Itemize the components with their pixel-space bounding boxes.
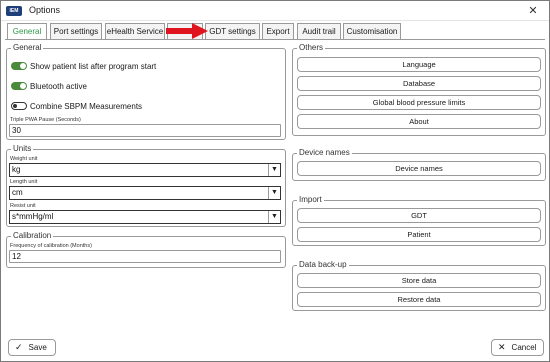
save-label: Save	[28, 343, 47, 352]
device-names-button[interactable]: Device names	[297, 161, 541, 176]
tab-customisation[interactable]: Customisation	[343, 23, 401, 40]
toggle-label: Bluetooth active	[30, 81, 87, 91]
database-button[interactable]: Database	[297, 76, 541, 91]
close-icon[interactable]: ✕	[523, 3, 543, 19]
weight-unit-value: kg	[12, 165, 21, 174]
title-bar: IEM Options ✕	[1, 1, 549, 21]
import-gdt-button[interactable]: GDT	[297, 208, 541, 223]
tab-port-settings[interactable]: Port settings	[50, 23, 102, 40]
tab-general[interactable]: General	[7, 23, 47, 40]
weight-unit-select[interactable]: kg ▼	[9, 163, 281, 177]
tab-ehealth-service[interactable]: eHealth Service	[105, 23, 165, 40]
toggle-show-patient-list[interactable]: Show patient list after program start	[11, 60, 156, 72]
calibration-frequency-input[interactable]: 12	[9, 250, 281, 263]
toggle-combine-sbpm[interactable]: Combine SBPM Measurements	[11, 100, 142, 112]
about-button[interactable]: About	[297, 114, 541, 129]
toggle-switch-icon[interactable]	[11, 102, 27, 110]
red-arrow-icon	[166, 23, 208, 39]
toggle-label: Combine SBPM Measurements	[30, 101, 143, 111]
triple-pwa-input[interactable]: 30	[9, 124, 281, 137]
length-unit-select[interactable]: cm ▼	[9, 186, 281, 200]
app-logo-icon: IEM	[6, 6, 22, 16]
units-group-label: Units	[11, 144, 34, 153]
tab-divider	[5, 39, 545, 40]
toggle-switch-icon[interactable]	[11, 82, 27, 90]
options-window: IEM Options ✕ General Port settings eHea…	[0, 0, 550, 362]
toggle-label: Show patient list after program start	[30, 61, 157, 71]
global-bp-limits-button[interactable]: Global blood pressure limits	[297, 95, 541, 110]
resist-unit-select[interactable]: s*mmHg/ml ▼	[9, 210, 281, 224]
general-group-label: General	[11, 43, 44, 52]
length-unit-value: cm	[12, 188, 23, 197]
data-backup-group-label: Data back-up	[297, 260, 349, 269]
language-button[interactable]: Language	[297, 57, 541, 72]
chevron-down-icon[interactable]: ▼	[268, 187, 280, 199]
cancel-button[interactable]: ✕ Cancel	[491, 339, 544, 356]
restore-data-button[interactable]: Restore data	[297, 292, 541, 307]
chevron-down-icon[interactable]: ▼	[268, 211, 280, 223]
calibration-group-label: Calibration	[11, 231, 54, 240]
resist-unit-value: s*mmHg/ml	[12, 212, 54, 221]
window-title: Options	[29, 5, 61, 15]
chevron-down-icon[interactable]: ▼	[268, 164, 280, 176]
toggle-bluetooth-active[interactable]: Bluetooth active	[11, 80, 87, 92]
import-patient-button[interactable]: Patient	[297, 227, 541, 242]
calibration-frequency-label: Frequency of calibration (Months)	[10, 243, 92, 249]
device-names-group-label: Device names	[297, 148, 352, 157]
length-unit-label: Length unit	[10, 179, 38, 185]
store-data-button[interactable]: Store data	[297, 273, 541, 288]
tab-export[interactable]: Export	[262, 23, 294, 40]
weight-unit-label: Weight unit	[10, 156, 38, 162]
triple-pwa-label: Triple PWA Pause (Seconds)	[10, 117, 81, 123]
checkmark-icon: ✓	[15, 342, 23, 352]
toggle-switch-icon[interactable]	[11, 62, 27, 70]
tab-gdt-settings[interactable]: GDT settings	[205, 23, 260, 40]
others-group-label: Others	[297, 43, 326, 52]
import-group-label: Import	[297, 195, 324, 204]
tab-audit-trail[interactable]: Audit trail	[297, 23, 341, 40]
cancel-label: Cancel	[511, 343, 537, 352]
resist-unit-label: Resist unit	[10, 203, 36, 209]
close-icon: ✕	[498, 342, 506, 352]
save-button[interactable]: ✓ Save	[8, 339, 56, 356]
